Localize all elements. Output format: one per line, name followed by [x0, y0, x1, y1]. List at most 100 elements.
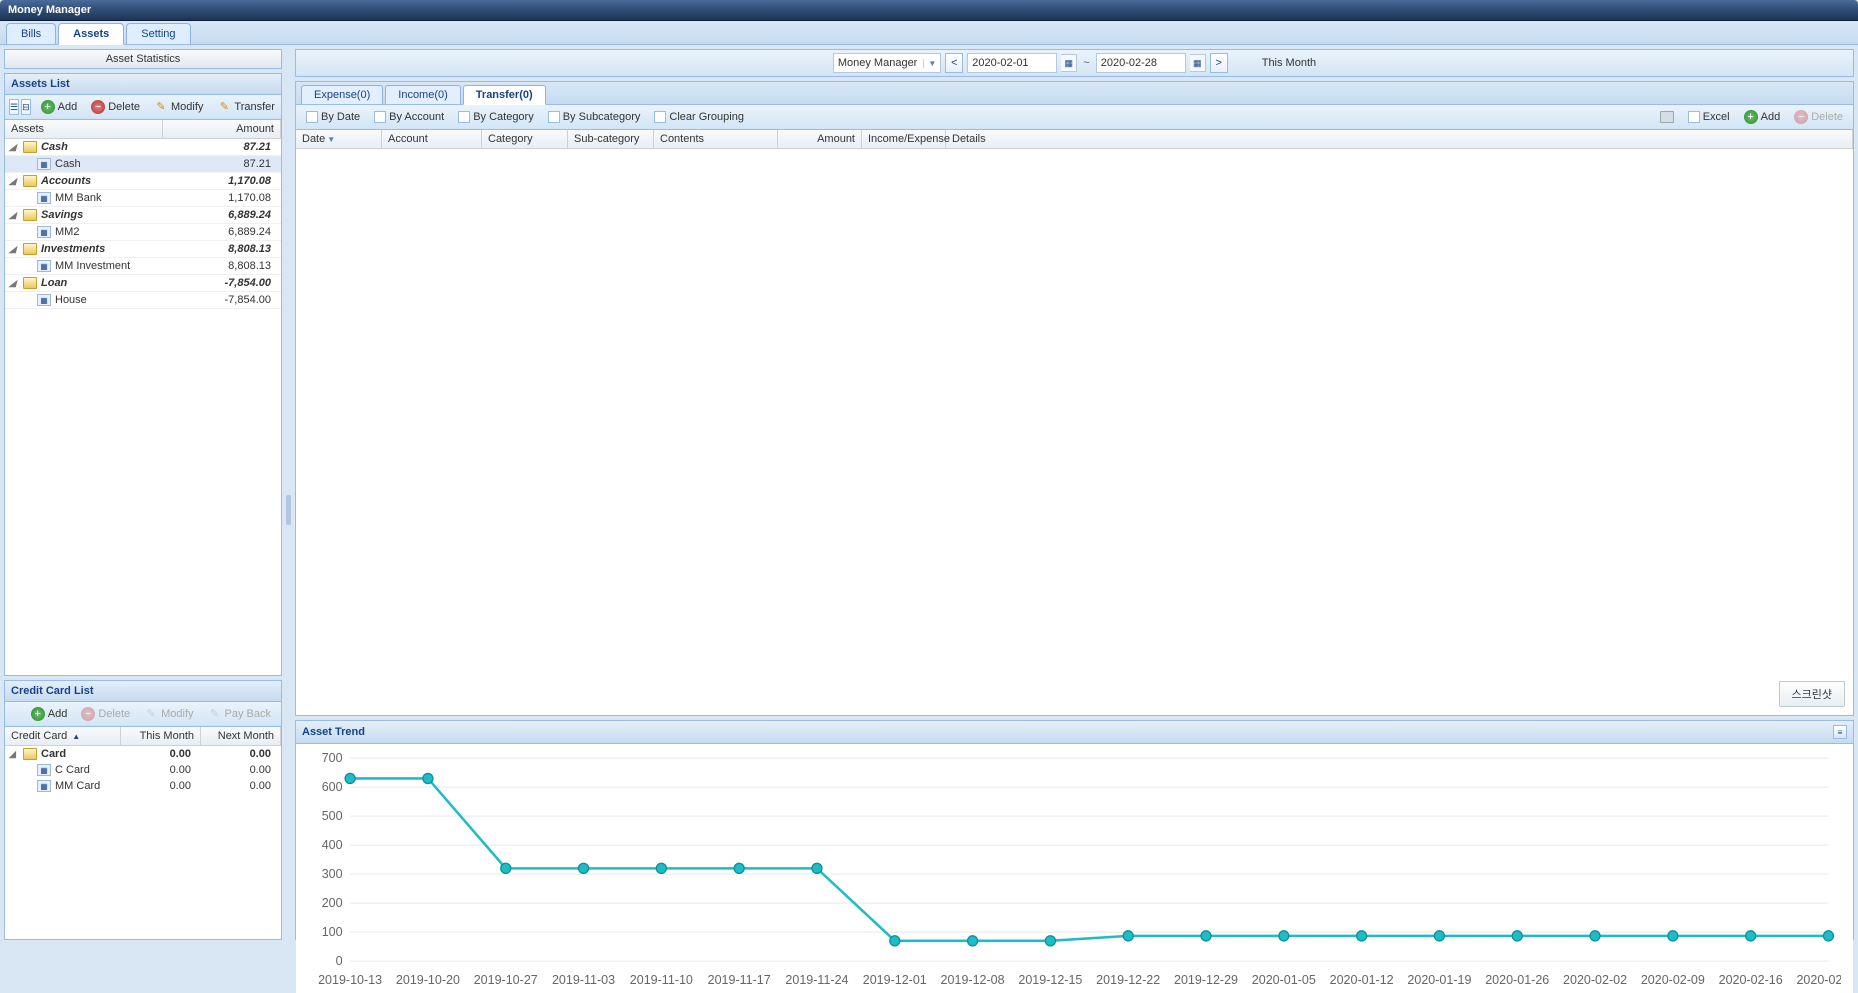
asset-group-row[interactable]: ◢Savings6,889.24: [5, 207, 281, 224]
card-this: 0.00: [117, 764, 197, 776]
group-by-category-button[interactable]: By Category: [452, 108, 540, 126]
asset-item-amount: -7,854.00: [167, 294, 277, 306]
assets-tree[interactable]: ◢Cash87.21▦Cash87.21◢Accounts1,170.08▦MM…: [5, 139, 281, 675]
tab-transfer[interactable]: Transfer(0): [463, 85, 546, 105]
card-icon: ▦: [37, 764, 51, 776]
svg-text:2020-01-05: 2020-01-05: [1252, 973, 1316, 987]
card-next: 0.00: [197, 780, 277, 792]
asset-item-name: House: [55, 294, 87, 306]
col-assets[interactable]: Assets: [5, 120, 163, 138]
print-icon: [1660, 111, 1674, 123]
svg-text:2019-12-22: 2019-12-22: [1096, 973, 1160, 987]
plus-icon: +: [1744, 110, 1758, 124]
asset-icon: ▦: [37, 192, 51, 204]
group-by-subcategory-button[interactable]: By Subcategory: [542, 108, 647, 126]
chevron-down-icon[interactable]: ◢: [9, 142, 19, 153]
col-subcategory[interactable]: Sub-category: [568, 130, 654, 148]
asset-group-row[interactable]: ◢Investments8,808.13: [5, 241, 281, 258]
col-credit-card[interactable]: Credit Card▲: [5, 727, 121, 745]
date-to-input[interactable]: [1096, 53, 1186, 73]
delete-asset-button[interactable]: −Delete: [85, 97, 146, 117]
asset-item-row[interactable]: ▦MM26,889.24: [5, 224, 281, 241]
asset-group-row[interactable]: ◢Accounts1,170.08: [5, 173, 281, 190]
collapse-panel-icon[interactable]: ≡: [1833, 725, 1847, 739]
chevron-down-icon[interactable]: ◢: [9, 749, 19, 760]
sort-asc-icon: ▲: [72, 732, 80, 741]
col-amount2[interactable]: Amount: [778, 130, 862, 148]
card-item-row[interactable]: ▦MM Card0.000.00: [5, 778, 281, 794]
delete-card-button[interactable]: −Delete: [75, 704, 136, 724]
col-amount[interactable]: Amount: [163, 120, 281, 138]
asset-item-row[interactable]: ▦Cash87.21: [5, 156, 281, 173]
checkbox-icon: [654, 111, 666, 123]
expand-all-icon[interactable]: ☰: [9, 99, 19, 115]
prev-period-button[interactable]: <: [945, 53, 963, 73]
svg-text:600: 600: [322, 780, 343, 794]
col-next-month[interactable]: Next Month: [201, 727, 281, 745]
assets-panel-title: Assets List: [11, 78, 70, 90]
payback-icon: ✎: [208, 707, 222, 721]
transfer-asset-button[interactable]: ✎Transfer: [211, 97, 281, 117]
modify-card-button[interactable]: ✎Modify: [138, 704, 199, 724]
payback-button[interactable]: ✎Pay Back: [202, 704, 277, 724]
collapse-all-icon[interactable]: ⊟: [21, 99, 31, 115]
asset-icon: ▦: [37, 294, 51, 306]
checkbox-icon: [548, 111, 560, 123]
asset-item-row[interactable]: ▦ House -7,854.00: [5, 292, 281, 309]
chevron-down-icon[interactable]: ◢: [9, 210, 19, 221]
tab-expense[interactable]: Expense(0): [301, 85, 383, 104]
clear-grouping-button[interactable]: Clear Grouping: [648, 108, 750, 126]
card-item-row[interactable]: ▦C Card0.000.00: [5, 762, 281, 778]
minus-icon: −: [81, 707, 95, 721]
asset-item-row[interactable]: ▦MM Investment8,808.13: [5, 258, 281, 275]
col-contents[interactable]: Contents: [654, 130, 778, 148]
col-category[interactable]: Category: [482, 130, 568, 148]
col-account[interactable]: Account: [382, 130, 482, 148]
asset-statistics-button[interactable]: Asset Statistics: [4, 49, 282, 69]
chevron-down-icon[interactable]: ◢: [9, 278, 19, 289]
print-button[interactable]: [1654, 108, 1680, 126]
card-this: 0.00: [117, 780, 197, 792]
col-date[interactable]: Date▼: [296, 130, 382, 148]
tab-setting[interactable]: Setting: [126, 23, 190, 44]
transactions-columns: Date▼ Account Category Sub-category Cont…: [296, 130, 1853, 149]
svg-text:2019-11-03: 2019-11-03: [552, 973, 615, 987]
add-card-button[interactable]: +Add: [25, 704, 74, 724]
delete-record-button[interactable]: −Delete: [1788, 107, 1849, 127]
chevron-down-icon[interactable]: ◢: [9, 244, 19, 255]
modify-asset-button[interactable]: ✎Modify: [148, 97, 209, 117]
plus-icon: +: [31, 707, 45, 721]
svg-text:200: 200: [322, 896, 343, 910]
col-details[interactable]: Details: [946, 130, 1853, 148]
tab-assets[interactable]: Assets: [58, 23, 124, 45]
tab-income[interactable]: Income(0): [385, 85, 461, 104]
cc-tree[interactable]: ◢Card0.000.00▦C Card0.000.00▦MM Card0.00…: [5, 746, 281, 939]
add-record-button[interactable]: +Add: [1738, 107, 1787, 127]
screenshot-button[interactable]: 스크린샷: [1779, 681, 1845, 707]
asset-group-row[interactable]: ◢Cash87.21: [5, 139, 281, 156]
book-select[interactable]: Money Manager▼: [833, 53, 941, 73]
col-income-expense[interactable]: Income/Expense: [862, 130, 946, 148]
transactions-grid[interactable]: 스크린샷: [296, 149, 1853, 715]
folder-icon: [23, 209, 37, 221]
add-asset-button[interactable]: +Add: [35, 97, 84, 117]
calendar-to-icon[interactable]: ▦: [1190, 54, 1206, 72]
asset-item-row[interactable]: ▦MM Bank1,170.08: [5, 190, 281, 207]
date-from-input[interactable]: [967, 53, 1057, 73]
calendar-from-icon[interactable]: ▦: [1061, 54, 1077, 72]
tab-bills[interactable]: Bills: [6, 23, 56, 44]
export-excel-button[interactable]: Excel: [1682, 108, 1736, 126]
asset-item-name: Cash: [55, 158, 81, 170]
asset-group-row[interactable]: ◢Loan-7,854.00: [5, 275, 281, 292]
card-group-row[interactable]: ◢Card0.000.00: [5, 746, 281, 762]
next-period-button[interactable]: >: [1210, 53, 1228, 73]
col-this-month[interactable]: This Month: [121, 727, 201, 745]
group-by-account-button[interactable]: By Account: [368, 108, 450, 126]
folder-icon: [23, 243, 37, 255]
chevron-down-icon[interactable]: ◢: [9, 176, 19, 187]
splitter[interactable]: [286, 49, 291, 940]
asset-icon: ▦: [37, 158, 51, 170]
asset-trend-chart: 01002003004005006007002019-10-132019-10-…: [296, 744, 1853, 993]
asset-icon: ▦: [37, 260, 51, 272]
group-by-date-button[interactable]: By Date: [300, 108, 366, 126]
